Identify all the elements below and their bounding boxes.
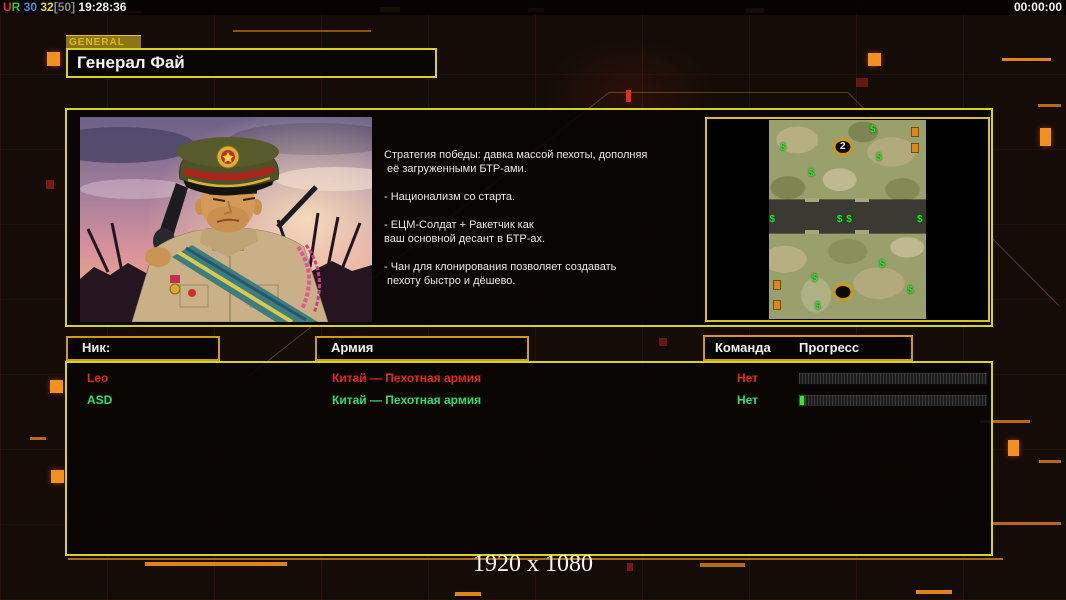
minimap-bridge-notch — [805, 197, 820, 202]
deco-square — [51, 470, 64, 483]
supply-dock-marker: $ — [876, 151, 882, 163]
supply-dock-marker: $ — [836, 213, 843, 225]
deco-square — [1039, 460, 1061, 463]
player-progress-fill — [800, 396, 804, 405]
deco-square — [1002, 58, 1051, 61]
strategy-line: пехоту быстро и дёшево. — [384, 275, 516, 287]
supply-dock-marker: $ — [879, 259, 885, 271]
supply-dock-marker: $ — [811, 273, 818, 285]
minimap-image: 2 $ $ $ $ $ $ $ $ $ $ $ $ — [769, 120, 926, 319]
deco-square — [700, 563, 745, 567]
header-army-label: Армия — [331, 340, 374, 355]
player-name: ASD — [87, 393, 113, 407]
strategy-line: - ЕЦМ-Солдат + Ракетчик как — [384, 219, 534, 231]
start-position-marker — [832, 283, 854, 302]
supply-dock-marker: $ — [907, 285, 914, 297]
player-army: Китай — Пехотная армия — [332, 371, 482, 385]
portrait-illustration — [45, 117, 400, 324]
deco-square — [1040, 128, 1051, 146]
header-progress-label: Прогресс — [799, 340, 860, 355]
player-army: Китай — Пехотная армия — [332, 393, 482, 407]
player-team: Нет — [737, 371, 759, 385]
header-team-label: Команда — [715, 340, 771, 355]
deco-square — [455, 592, 481, 596]
start-position-marker: 2 — [832, 137, 854, 156]
deco-square — [856, 78, 868, 87]
deco-square — [990, 522, 1061, 525]
player-team: Нет — [737, 393, 759, 407]
deco-square — [233, 30, 371, 32]
supply-dock-marker: $ — [780, 141, 786, 153]
resolution-label: 1920 x 1080 — [473, 551, 593, 577]
supply-dock-marker: $ — [869, 123, 876, 135]
loading-screen: UR 30 32[50] 19:28:36 00:00:00 GENERAL Г… — [0, 0, 1066, 600]
minimap-bridge-notch — [805, 230, 820, 235]
supply-dock-marker: $ — [808, 167, 815, 179]
deco-square — [626, 90, 631, 102]
player-row: Leo Китай — Пехотная армия Нет — [67, 369, 991, 389]
strategy-line: Стратегия победы: давка массой пехоты, д… — [384, 149, 648, 161]
general-portrait — [45, 117, 400, 324]
deco-square — [50, 380, 63, 393]
strategy-line: - Национализм со старта. — [384, 191, 516, 203]
status-segments: UR 30 32[50] 19:28:36 — [3, 0, 126, 14]
player-list: Leo Китай — Пехотная армия Нет ASD Китай — П… — [65, 361, 993, 556]
general-tag: GENERAL — [66, 35, 141, 49]
status-segment: 32 — [37, 0, 54, 14]
oil-derrick-marker — [911, 126, 919, 137]
strategy-text: Стратегия победы: давка массой пехоты, д… — [384, 148, 694, 288]
oil-derrick-marker — [772, 280, 781, 291]
deco-square — [627, 563, 633, 571]
deco-square — [30, 437, 46, 440]
deco-square — [145, 562, 287, 566]
general-title: Генерал Фай — [77, 53, 185, 72]
minimap-bridge-notch — [855, 230, 870, 235]
strategy-line: - Чан для клонирования позволяет создава… — [384, 261, 617, 273]
status-segment: U — [3, 0, 12, 14]
header-team-progress-box: Команда Прогресс — [703, 335, 913, 361]
deco-square — [916, 590, 952, 594]
oil-derrick-marker — [772, 300, 781, 311]
deco-square — [659, 338, 667, 346]
deco-square — [46, 180, 54, 189]
strategy-line — [384, 204, 694, 218]
general-title-box: Генерал Фай — [66, 48, 437, 78]
minimap-box: 2 $ $ $ $ $ $ $ $ $ $ $ $ — [705, 117, 990, 322]
strategy-line: её загруженными БТР-ами. — [384, 163, 527, 175]
strategy-line — [384, 176, 694, 190]
header-army-box: Армия — [315, 336, 529, 361]
header-nick-label: Ник: — [82, 340, 111, 355]
player-row: ASD Китай — Пехотная армия Нет — [67, 391, 991, 411]
minimap-bridge-notch — [855, 197, 870, 202]
player-name: Leo — [87, 371, 109, 385]
status-segment: [50] — [53, 0, 76, 14]
header-nick-box: Ник: — [66, 336, 220, 361]
top-status-strip — [0, 0, 1066, 15]
supply-dock-marker: $ — [814, 300, 821, 312]
status-segment: 30 — [20, 0, 38, 14]
deco-square — [1008, 440, 1019, 456]
player-progress-bar — [799, 395, 987, 406]
strategy-line — [384, 246, 694, 260]
oil-derrick-marker — [911, 142, 919, 153]
status-segment: 19:28:36 — [75, 0, 127, 14]
supply-dock-marker: $ — [916, 213, 923, 225]
strategy-line: ваш основной десант в БТР-ах. — [384, 233, 546, 245]
match-timer: 00:00:00 — [1013, 0, 1062, 14]
deco-square — [47, 52, 60, 66]
player-progress-bar — [799, 373, 987, 384]
deco-trace-horizontal — [609, 92, 848, 93]
supply-dock-marker: $ — [769, 213, 775, 225]
deco-square — [868, 53, 881, 66]
supply-dock-marker: $ — [846, 213, 852, 225]
deco-square — [1038, 104, 1061, 107]
